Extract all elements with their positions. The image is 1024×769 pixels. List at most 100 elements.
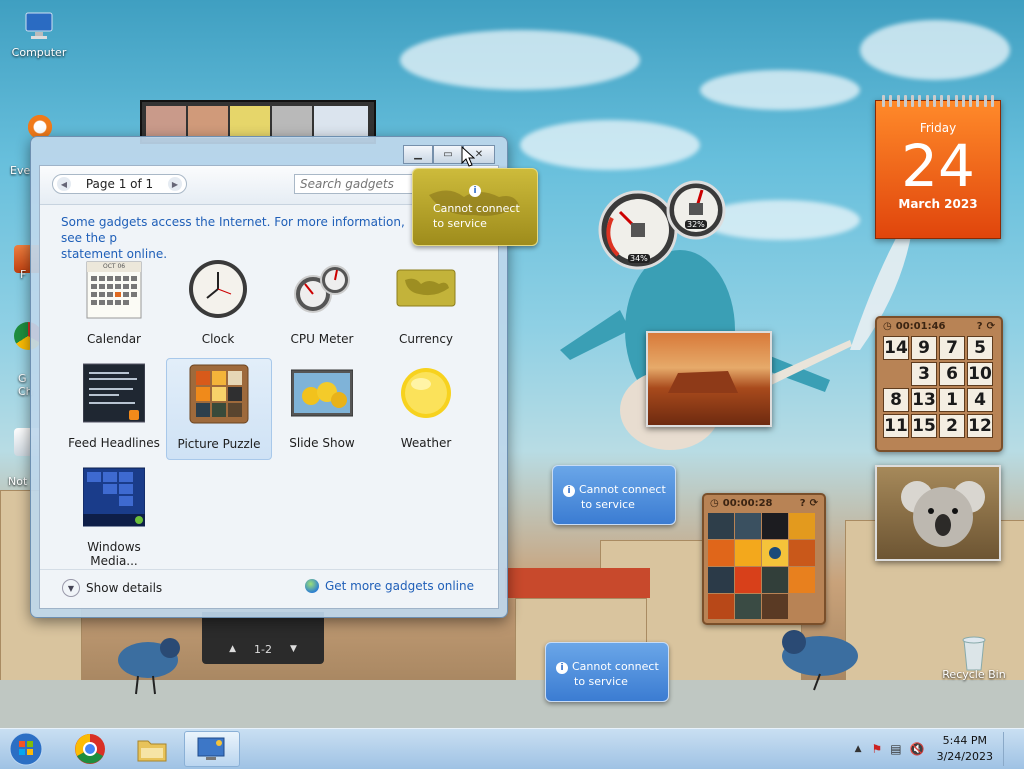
puzzle-tile[interactable]: 10: [967, 362, 993, 386]
gadget-tile-windows-media[interactable]: Windows Media...: [62, 462, 166, 568]
maximize-icon: ▭: [443, 149, 453, 160]
get-more-gadgets-link[interactable]: Get more gadgets online: [304, 579, 474, 593]
volume-muted-icon[interactable]: 🔇: [910, 742, 925, 756]
taskbar-chrome[interactable]: [62, 731, 118, 767]
puzzle-empty-cell[interactable]: [883, 362, 909, 386]
puzzle-grid: 14 9 7 5 3 6 10 8 13 1 4 11 15 2 12: [883, 336, 995, 438]
chrome-icon: [75, 734, 105, 764]
info-text-line1: Some gadgets access the Internet. For mo…: [61, 215, 405, 245]
puzzle-tile[interactable]: 12: [967, 414, 993, 438]
puzzle-tile[interactable]: 5: [967, 336, 993, 360]
minimize-icon: ▁: [414, 149, 422, 160]
start-button[interactable]: [0, 731, 52, 767]
feed-headlines-icon: [82, 362, 146, 424]
cloud: [860, 20, 1010, 80]
status-line1: Cannot connect: [433, 202, 520, 215]
puzzle-tile[interactable]: 7: [939, 336, 965, 360]
action-center-icon[interactable]: ⚑: [872, 742, 883, 756]
gadget-tile-picture-puzzle[interactable]: Picture Puzzle: [166, 358, 272, 460]
puzzle-tile[interactable]: 15: [911, 414, 937, 438]
puzzle-tile[interactable]: 3: [911, 362, 937, 386]
minimize-button[interactable]: ▁: [403, 145, 433, 164]
background-roof: [505, 568, 650, 598]
gadget-tile-currency[interactable]: Currency: [374, 254, 478, 354]
puzzle-tile[interactable]: 9: [911, 336, 937, 360]
show-details-toggle[interactable]: ▼ Show details: [62, 579, 162, 597]
gallery-footer: ▼ Show details Get more gadgets online: [40, 569, 498, 608]
clock-icon: ◷: [883, 320, 892, 332]
puzzle-tile[interactable]: 13: [911, 388, 937, 412]
help-icon[interactable]: ?: [800, 498, 806, 509]
currency-gadget[interactable]: i Cannot connect to service: [412, 168, 538, 246]
puzzle-tile[interactable]: 14: [883, 336, 909, 360]
slideshow-gadget-controls: ▲ 1-2 ▼: [202, 612, 324, 664]
desktop-icon-label: Not: [8, 475, 28, 488]
picture-puzzle-gadget-numbers[interactable]: ◷ 00:01:46 ? ⟳ 14 9 7 5 3 6 10 8 13 1 4 11 15 2 12: [875, 316, 1003, 452]
puzzle-tile[interactable]: 6: [939, 362, 965, 386]
help-icon[interactable]: ?: [977, 321, 983, 332]
weather-gadget[interactable]: i Cannot connect to service: [545, 642, 669, 702]
cpu-meter-icon: [291, 258, 353, 320]
slideshow-photo[interactable]: [646, 331, 772, 427]
maximize-button[interactable]: ▭: [433, 145, 463, 164]
puzzle-tile[interactable]: 11: [883, 414, 909, 438]
puzzle-tile[interactable]: 4: [967, 388, 993, 412]
puzzle-tile[interactable]: 1: [939, 388, 965, 412]
weather-status: i Cannot connect to service: [563, 482, 666, 512]
page-navigator: ◀ Page 1 of 1 ▶: [52, 174, 187, 194]
previous-slide-icon[interactable]: ▲: [229, 644, 236, 654]
puzzle-tile[interactable]: 2: [939, 414, 965, 438]
koala-image: [901, 481, 985, 547]
cpu-gauge-graphic: [598, 180, 726, 270]
show-desktop-button[interactable]: [1003, 732, 1012, 766]
show-details-label: Show details: [86, 581, 163, 595]
desktop-icon-label: Recycle Bin: [942, 668, 1006, 681]
shuffle-icon[interactable]: ⟳: [810, 498, 818, 509]
cloud: [700, 70, 860, 110]
taskbar-desktop-gadgets[interactable]: [184, 731, 240, 767]
system-tray: ▲ ⚑ ▤ 🔇 5:44 PM 3/24/2023: [855, 732, 1012, 766]
puzzle-tile[interactable]: 8: [883, 388, 909, 412]
gadget-tile-clock[interactable]: Clock: [166, 254, 270, 354]
gadget-label: Clock: [201, 332, 235, 346]
gadget-label: Windows Media...: [87, 540, 141, 568]
search-gadgets-input[interactable]: [294, 174, 424, 194]
bird: [782, 630, 858, 691]
next-slide-icon[interactable]: ▼: [290, 644, 297, 654]
picture-puzzle-tiles: [708, 513, 815, 619]
globe-icon: [304, 579, 319, 593]
desktop-icon-label: Computer: [11, 46, 67, 59]
taskbar-file-explorer[interactable]: [124, 731, 180, 767]
info-icon: i: [556, 662, 568, 674]
show-hidden-icons-icon[interactable]: ▲: [855, 744, 862, 754]
network-icon[interactable]: ▤: [890, 742, 901, 756]
gadget-tile-weather[interactable]: Weather: [374, 358, 478, 458]
cloud: [520, 120, 700, 170]
calendar-gadget[interactable]: Friday 24 March 2023: [875, 95, 1001, 239]
gadget-label: CPU Meter: [290, 332, 354, 346]
desert-photo: [668, 371, 738, 393]
weather-gadget[interactable]: i Cannot connect to service: [552, 465, 676, 525]
page-label: Page 1 of 1: [85, 177, 154, 191]
gadget-label: Picture Puzzle: [177, 437, 261, 451]
cpu-meter-gadget[interactable]: 34% 32%: [598, 180, 726, 270]
gadget-label: Feed Headlines: [68, 436, 160, 450]
gadget-tile-feed-headlines[interactable]: Feed Headlines: [62, 358, 166, 458]
next-page-icon[interactable]: ▶: [168, 177, 182, 191]
puzzle-toolbar: ◷ 00:01:46 ? ⟳: [877, 318, 1001, 334]
taskbar-clock[interactable]: 5:44 PM 3/24/2023: [937, 733, 993, 765]
shuffle-icon[interactable]: ⟳: [987, 321, 995, 332]
picture-puzzle-gadget-picture[interactable]: ◷ 00:00:28 ? ⟳: [702, 493, 826, 625]
previous-page-icon[interactable]: ◀: [57, 177, 71, 191]
koala-photo[interactable]: [875, 465, 1001, 561]
calendar-icon: OCT 06: [83, 258, 145, 320]
desktop-icon-computer[interactable]: Computer: [3, 10, 75, 59]
gadget-tile-calendar[interactable]: OCT 06 Calendar: [62, 254, 166, 354]
gadget-tile-slide-show[interactable]: Slide Show: [270, 358, 374, 458]
desktop-icon-label: G Ch: [18, 372, 33, 398]
gadget-tile-cpu-meter[interactable]: CPU Meter: [270, 254, 374, 354]
desktop-icon-recycle-bin[interactable]: Recycle Bin: [938, 632, 1010, 681]
weather-status: i Cannot connect to service: [556, 659, 659, 689]
currency-status: Cannot connect to service: [433, 201, 520, 231]
window-caption-buttons: ▁ ▭ ✕: [403, 145, 495, 164]
